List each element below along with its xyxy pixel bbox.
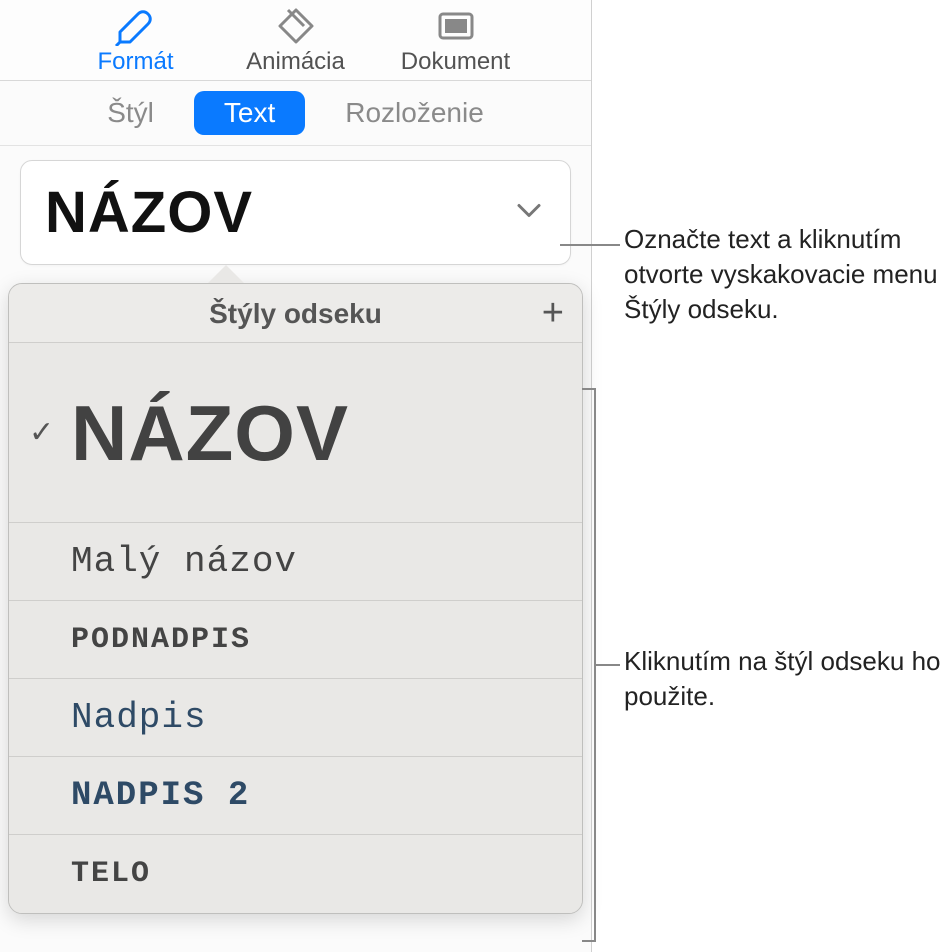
inspector-top-toolbar: Formát Animácia Dokument <box>0 0 591 81</box>
callout-text: Označte text a kliknutím otvorte vyskako… <box>624 222 952 327</box>
style-name: NÁZOV <box>71 394 349 472</box>
toolbar-label: Dokument <box>401 48 510 76</box>
callout-leader <box>596 664 620 666</box>
tab-arrange[interactable]: Rozloženie <box>315 91 514 135</box>
document-rect-icon <box>433 6 479 46</box>
callout-leader <box>560 244 620 246</box>
check-icon: ✓ <box>29 415 71 450</box>
style-row-telo[interactable]: TELO <box>9 835 582 913</box>
toolbar-label: Formát <box>97 48 173 76</box>
format-sub-tabs: Štýl Text Rozloženie <box>0 81 591 146</box>
toolbar-item-format[interactable]: Formát <box>71 6 201 76</box>
format-brush-icon <box>113 6 159 46</box>
popover-title-text: Štýly odseku <box>209 298 382 329</box>
style-name: Malý názov <box>71 541 297 582</box>
popover-notch <box>208 265 244 283</box>
style-row-maly-nazov[interactable]: Malý názov <box>9 523 582 601</box>
paragraph-style-current: NÁZOV <box>45 179 253 246</box>
toolbar-item-document[interactable]: Dokument <box>391 6 521 76</box>
style-name: Nadpis <box>71 697 207 738</box>
style-name: NADPIS 2 <box>71 777 250 815</box>
paragraph-styles-popover: Štýly odseku + ✓ NÁZOV Malý názov PODNAD… <box>8 283 583 914</box>
chevron-down-icon <box>516 202 542 223</box>
paragraph-style-selector-container: NÁZOV <box>20 160 571 265</box>
paragraph-style-selector[interactable]: NÁZOV <box>20 160 571 265</box>
style-row-nadpis-2[interactable]: NADPIS 2 <box>9 757 582 835</box>
paragraph-style-list: ✓ NÁZOV Malý názov PODNADPIS Nadpis NADP… <box>9 343 582 913</box>
toolbar-label: Animácia <box>246 48 345 76</box>
style-row-nadpis[interactable]: Nadpis <box>9 679 582 757</box>
popover-title: Štýly odseku + <box>9 284 582 343</box>
callout-bracket <box>582 940 596 942</box>
add-style-button[interactable]: + <box>542 294 564 332</box>
format-inspector-panel: Formát Animácia Dokument Štýl Text <box>0 0 592 952</box>
tab-style[interactable]: Štýl <box>77 91 184 135</box>
style-name: TELO <box>71 857 151 891</box>
animate-diamond-icon <box>273 6 319 46</box>
style-row-nazov[interactable]: ✓ NÁZOV <box>9 343 582 523</box>
callout-text: Kliknutím na štýl odseku ho použite. <box>624 644 952 714</box>
style-row-podnadpis[interactable]: PODNADPIS <box>9 601 582 679</box>
callout-bracket <box>582 388 596 390</box>
toolbar-item-animate[interactable]: Animácia <box>231 6 361 76</box>
tab-text[interactable]: Text <box>194 91 305 135</box>
style-name: PODNADPIS <box>71 623 251 657</box>
